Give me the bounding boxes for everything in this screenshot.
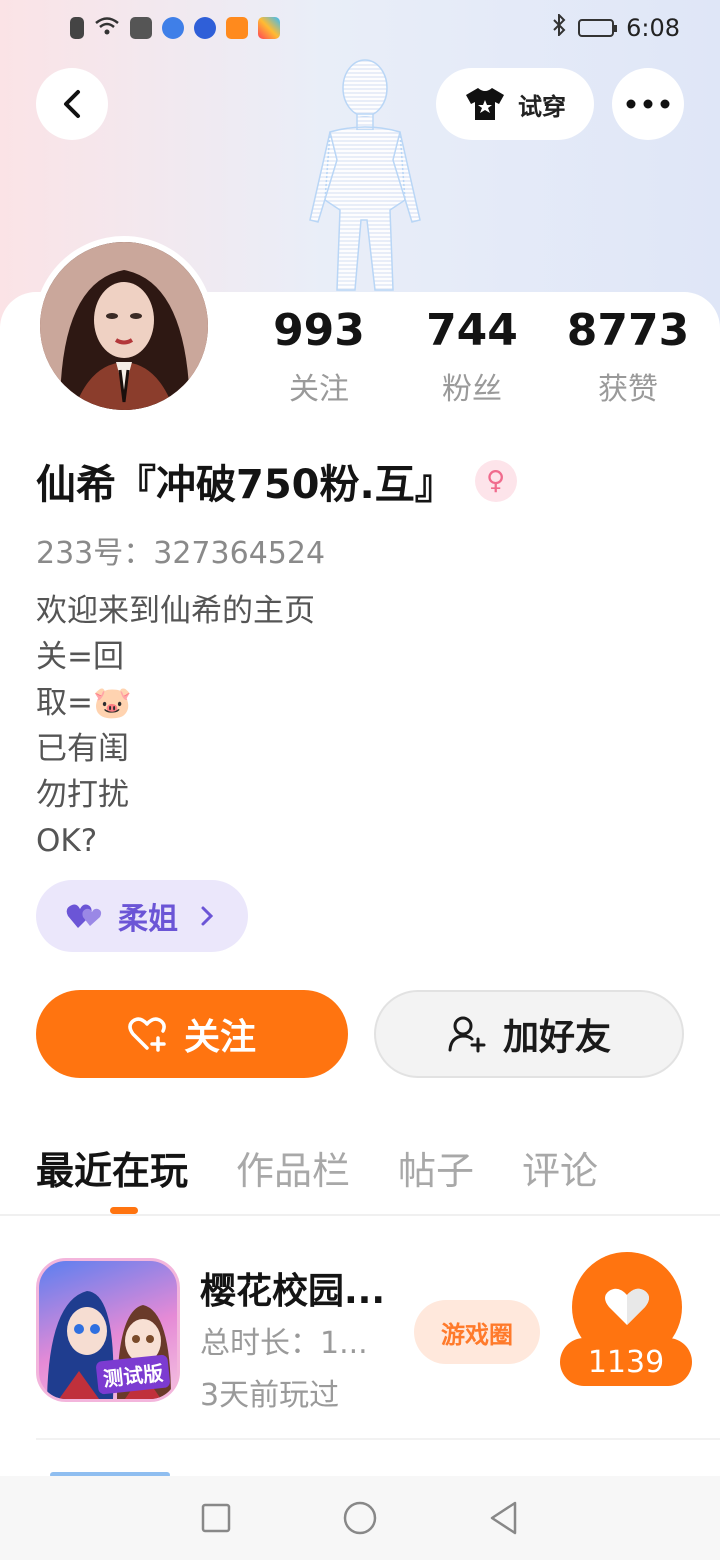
like-count: 1139 [560, 1338, 692, 1386]
game-last-played: 3天前玩过 [200, 1378, 340, 1413]
bluetooth-icon [552, 12, 566, 42]
status-bar: 6:08 [0, 0, 720, 56]
bio-line: 勿打扰 [36, 777, 129, 813]
stat-value: 744 [426, 305, 518, 356]
stat-label: 关注 [289, 372, 349, 407]
tab-works[interactable]: 作品栏 [236, 1140, 350, 1195]
baidu-icon [194, 17, 216, 39]
back-nav-icon[interactable] [488, 1500, 520, 1536]
relationship-tag-chip[interactable]: 柔姐 [36, 880, 248, 952]
stat-likes[interactable]: 8773 获赞 [556, 305, 700, 408]
status-time: 6:08 [626, 14, 680, 42]
bio-line: OK? [36, 823, 98, 859]
bio: 欢迎来到仙希的主页 关=回 取=🐷 已有闺 勿打扰 OK? [36, 588, 315, 864]
tag-label: 柔姐 [118, 902, 178, 937]
tab-comments[interactable]: 评论 [522, 1140, 598, 1195]
video-app-icon [226, 17, 248, 39]
nickname: 仙希『冲破750粉.互』 [36, 462, 455, 508]
stat-followers[interactable]: 744 粉丝 [388, 305, 556, 408]
chevron-right-icon [201, 906, 214, 926]
heart-icon [605, 1288, 649, 1325]
try-on-button[interactable]: 试穿 [436, 68, 594, 140]
recent-apps-icon[interactable] [200, 1502, 232, 1534]
system-nav-bar [0, 1476, 720, 1560]
bio-line: 关=回 [36, 639, 124, 675]
stat-following[interactable]: 993 关注 [250, 305, 388, 408]
add-friend-button[interactable]: 加好友 [374, 990, 684, 1078]
tab-posts[interactable]: 帖子 [398, 1140, 474, 1195]
bio-line: 取=🐷 [36, 685, 132, 721]
game-duration: 总时长：1... [200, 1326, 368, 1361]
list-item[interactable]: 测试版 樱花校园... 总时长：1... 3天前玩过 游戏圈 1139 [0, 1250, 720, 1430]
battery-icon [578, 19, 618, 37]
like-button[interactable]: 1139 [560, 1252, 692, 1392]
home-icon[interactable] [342, 1500, 378, 1536]
double-heart-icon [66, 904, 102, 928]
back-button[interactable] [36, 68, 108, 140]
tshirt-icon [466, 88, 504, 120]
bio-line: 已有闺 [36, 731, 129, 767]
active-tab-indicator [110, 1207, 138, 1214]
more-dots-icon [626, 99, 670, 109]
bio-line: 欢迎来到仙希的主页 [36, 593, 315, 629]
heart-plus-icon [128, 1017, 166, 1052]
profile-stats: 993 关注 744 粉丝 8773 获赞 [250, 305, 700, 408]
game-title: 樱花校园... [200, 1271, 386, 1312]
stat-value: 993 [273, 305, 365, 356]
profile-tabs: 最近在玩 作品栏 帖子 评论 [36, 1140, 598, 1195]
notification-icon [70, 17, 84, 39]
follow-label: 关注 [183, 1017, 256, 1058]
avatar[interactable] [34, 236, 214, 416]
nickname-row: 仙希『冲破750粉.互』 ♀ [36, 452, 517, 510]
divider [0, 1214, 720, 1216]
user-plus-icon [448, 1016, 486, 1053]
store-app-icon [258, 17, 280, 39]
stat-label: 粉丝 [442, 372, 502, 407]
chevron-left-icon [64, 90, 80, 118]
stat-label: 获赞 [598, 372, 658, 407]
divider [36, 1438, 720, 1440]
more-button[interactable] [612, 68, 684, 140]
avatar-figure-silhouette [309, 59, 421, 291]
add-friend-label: 加好友 [502, 1017, 611, 1058]
wifi-icon [94, 14, 120, 42]
game-circle-button[interactable]: 游戏圈 [414, 1300, 540, 1364]
stat-value: 8773 [566, 305, 690, 356]
follow-button[interactable]: 关注 [36, 990, 348, 1078]
account-id: 233号：327364524 [36, 536, 326, 571]
try-on-label: 试穿 [518, 92, 566, 121]
avatar-image [40, 242, 208, 410]
tab-recently-played[interactable]: 最近在玩 [36, 1140, 188, 1195]
huawei-app-icon [130, 17, 152, 39]
game-icon[interactable]: 测试版 [36, 1258, 180, 1402]
female-gender-icon: ♀ [474, 460, 517, 502]
app-icon [162, 17, 184, 39]
